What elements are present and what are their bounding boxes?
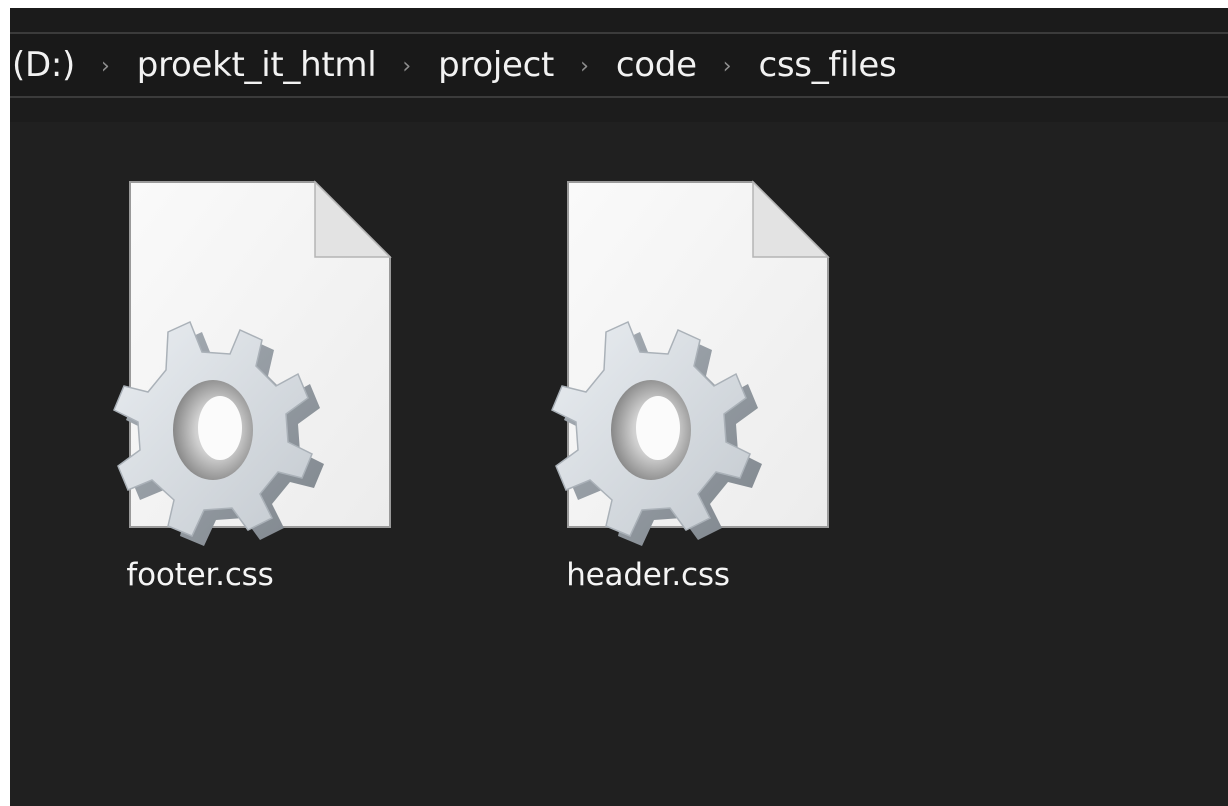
title-bar	[10, 8, 1228, 32]
file-item-footer-css[interactable]: footer.css	[40, 162, 400, 642]
breadcrumb-project[interactable]: project	[438, 48, 554, 82]
chevron-right-icon[interactable]: ›	[723, 54, 732, 79]
file-name: header.css	[566, 557, 730, 593]
file-explorer-window: (D:) › proekt_it_html › project › code ›…	[10, 8, 1228, 806]
breadcrumb-drive-d[interactable]: (D:)	[12, 48, 75, 82]
breadcrumb-proekt-it-html[interactable]: proekt_it_html	[137, 48, 377, 82]
css-settings-file-icon	[113, 180, 392, 546]
address-bar[interactable]: (D:) › proekt_it_html › project › code ›…	[10, 32, 1228, 98]
chevron-right-icon[interactable]: ›	[101, 54, 110, 79]
chevron-right-icon[interactable]: ›	[580, 54, 589, 79]
file-name: footer.css	[126, 557, 274, 593]
toolbar-strip	[10, 98, 1228, 122]
chevron-right-icon[interactable]: ›	[402, 54, 411, 79]
file-list: footer.css header.css	[10, 122, 1228, 806]
breadcrumb-code[interactable]: code	[616, 48, 697, 82]
breadcrumb: (D:) › proekt_it_html › project › code ›…	[10, 34, 897, 96]
file-item-header-css[interactable]: header.css	[478, 162, 838, 642]
breadcrumb-css-files[interactable]: css_files	[759, 48, 897, 82]
css-settings-file-icon	[551, 180, 830, 546]
